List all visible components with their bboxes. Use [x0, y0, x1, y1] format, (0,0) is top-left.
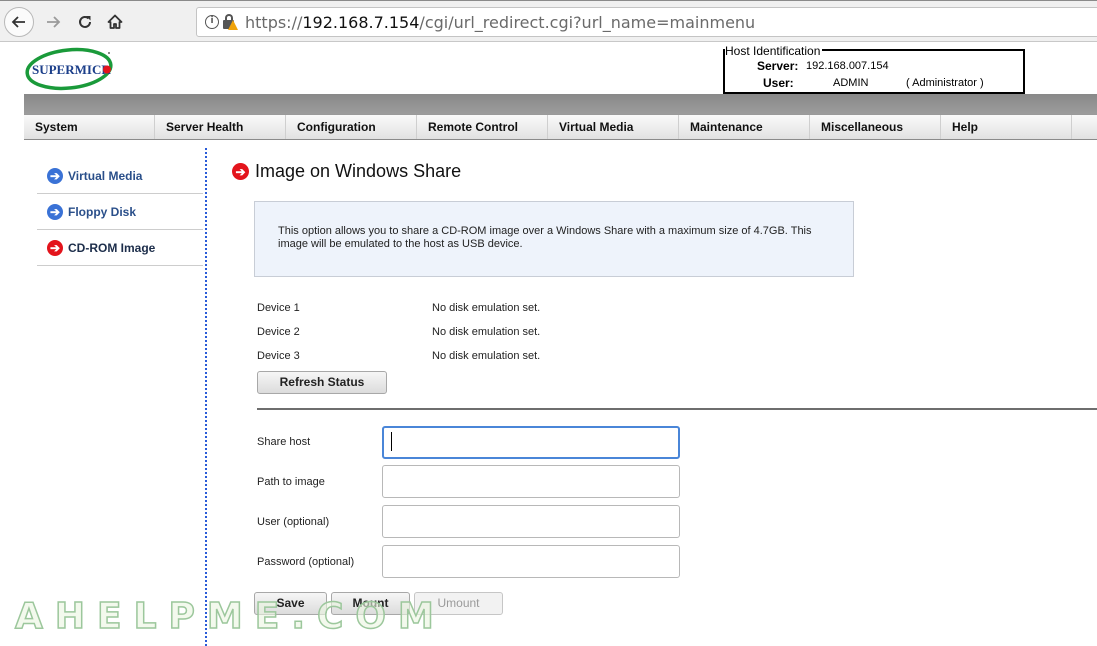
sidebar-item-label: CD-ROM Image — [68, 240, 156, 255]
device-1-label: Device 1 — [257, 302, 300, 314]
share-host-label: Share host — [257, 436, 311, 448]
url-host: 192.168.7.154 — [302, 12, 420, 32]
url-scheme: https:// — [245, 12, 303, 32]
main-menu: System Server Health Configuration Remot… — [24, 114, 1097, 140]
device-3-label: Device 3 — [257, 350, 300, 362]
watermark: AHELPME.COM — [14, 595, 446, 638]
sidebar: ➔ Virtual Media ➔ Floppy Disk ➔ CD-ROM I… — [37, 158, 203, 266]
arrow-right-circle-icon: ➔ — [47, 167, 63, 184]
device-2-label: Device 2 — [257, 326, 300, 338]
supermicro-logo[interactable]: SUPERMICR — [25, 47, 115, 91]
menu-virtual-media[interactable]: Virtual Media — [548, 115, 679, 139]
sidebar-item-cd-rom-image[interactable]: ➔ CD-ROM Image — [37, 230, 203, 266]
sidebar-item-virtual-media[interactable]: ➔ Virtual Media — [37, 158, 203, 194]
user-role: ( Administrator ) — [906, 77, 984, 89]
reload-icon — [79, 15, 91, 28]
browser-toolbar: i https://192.168.7.154/cgi/url_redirect… — [0, 0, 1097, 42]
user-label: User: — [763, 76, 794, 90]
info-text: This option allows you to share a CD-ROM… — [278, 225, 812, 250]
password-optional-input[interactable] — [382, 545, 680, 578]
user-optional-input[interactable] — [382, 505, 680, 538]
refresh-status-button[interactable]: Refresh Status — [257, 371, 387, 394]
menu-configuration[interactable]: Configuration — [286, 115, 417, 139]
text-caret — [391, 432, 392, 451]
host-identification: Host Identification Server: 192.168.007.… — [723, 44, 1025, 94]
header-bar — [24, 94, 1097, 114]
url-path: /cgi/url_redirect.cgi?url_name=mainmenu — [419, 12, 756, 32]
host-identification-legend: Host Identification — [725, 44, 823, 58]
user-optional-label: User (optional) — [257, 516, 330, 528]
reload-button[interactable] — [70, 7, 100, 37]
menu-help[interactable]: Help — [941, 115, 1072, 139]
menu-miscellaneous[interactable]: Miscellaneous — [810, 115, 941, 139]
sidebar-item-label: Virtual Media — [68, 168, 143, 183]
menu-server-health[interactable]: Server Health — [155, 115, 286, 139]
address-bar[interactable]: i https://192.168.7.154/cgi/url_redirect… — [196, 7, 1097, 37]
share-host-input[interactable] — [382, 426, 680, 459]
arrow-right-circle-icon: ➔ — [47, 203, 63, 220]
arrow-right-circle-icon: ➔ — [232, 163, 249, 180]
menu-system[interactable]: System — [24, 115, 155, 139]
user-value: ADMIN — [833, 77, 869, 89]
device-3-status: No disk emulation set. — [432, 350, 541, 362]
forward-button[interactable] — [38, 7, 68, 37]
path-to-image-input[interactable] — [382, 465, 680, 498]
info-box: This option allows you to share a CD-ROM… — [254, 201, 854, 277]
back-button[interactable] — [4, 7, 34, 37]
server-label: Server: — [757, 59, 799, 73]
sidebar-divider — [205, 148, 207, 646]
server-value: 192.168.007.154 — [806, 60, 889, 72]
menu-remote-control[interactable]: Remote Control — [417, 115, 548, 139]
page-title-text: Image on Windows Share — [255, 161, 462, 181]
path-to-image-label: Path to image — [257, 476, 325, 488]
home-button[interactable] — [100, 7, 130, 37]
section-divider — [257, 408, 1097, 410]
insecure-lock-icon[interactable] — [223, 14, 238, 30]
menu-maintenance[interactable]: Maintenance — [679, 115, 810, 139]
sidebar-item-label: Floppy Disk — [68, 204, 137, 219]
info-icon[interactable]: i — [205, 15, 219, 29]
arrow-left-icon — [11, 16, 25, 28]
arrow-right-icon — [47, 16, 61, 28]
device-1-status: No disk emulation set. — [432, 302, 541, 314]
logo-text: SUPERMICR — [32, 62, 111, 77]
page-title: ➔ Image on Windows Share — [232, 161, 461, 182]
device-2-status: No disk emulation set. — [432, 326, 541, 338]
sidebar-item-floppy-disk[interactable]: ➔ Floppy Disk — [37, 194, 203, 230]
home-icon — [107, 14, 123, 29]
password-optional-label: Password (optional) — [257, 556, 355, 568]
arrow-right-circle-icon: ➔ — [47, 239, 63, 256]
